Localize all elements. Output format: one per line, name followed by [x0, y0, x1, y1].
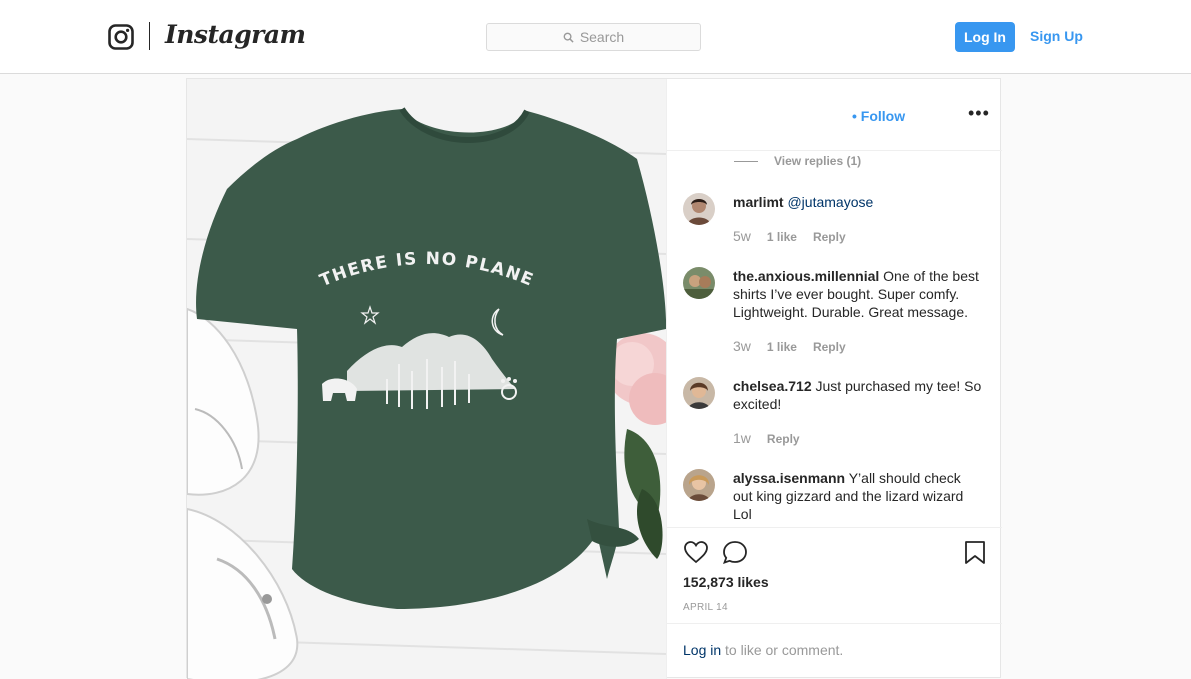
- instagram-glyph-icon[interactable]: [108, 24, 134, 50]
- comment-text: chelsea.712 Just purchased my tee! So ex…: [733, 377, 983, 413]
- comment-text: the.anxious.millennial One of the best s…: [733, 267, 983, 321]
- comment-likes[interactable]: 1 like: [767, 340, 797, 354]
- comment-meta: 5w 1 like Reply: [733, 228, 846, 244]
- comment-meta: 3w 1 like Reply: [733, 338, 846, 354]
- reply-button[interactable]: Reply: [813, 230, 846, 244]
- comment-username[interactable]: the.anxious.millennial: [733, 268, 879, 284]
- post-photo[interactable]: THERE IS NO PLANET B: [187, 79, 666, 679]
- post-sidebar: • Follow ••• View replies (1) marlimt @j…: [666, 79, 1002, 679]
- brand-wordmark[interactable]: Instagram: [165, 20, 306, 49]
- comment-likes[interactable]: 1 like: [767, 230, 797, 244]
- comment-time[interactable]: 3w: [733, 338, 751, 354]
- comment-time[interactable]: 5w: [733, 228, 751, 244]
- more-icon[interactable]: •••: [968, 103, 990, 124]
- search-placeholder: Search: [579, 29, 625, 45]
- logo-divider: [149, 22, 150, 50]
- comments-list[interactable]: View replies (1) marlimt @jutamayose 5w …: [667, 151, 1002, 527]
- comment-username[interactable]: chelsea.712: [733, 378, 812, 394]
- comment-meta: 1w Reply: [733, 430, 800, 446]
- follow-button[interactable]: • Follow: [852, 108, 905, 124]
- post-card: THERE IS NO PLANET B • Follow ••• Vie: [186, 78, 1002, 679]
- replies-dash: [734, 160, 758, 162]
- comment-icon[interactable]: [722, 540, 748, 565]
- comment-username[interactable]: alyssa.isenmann: [733, 470, 845, 486]
- reply-button[interactable]: Reply: [767, 432, 800, 446]
- view-replies-label: View replies (1): [774, 154, 862, 168]
- likes-count[interactable]: 152,873 likes: [683, 574, 769, 590]
- heart-icon[interactable]: [683, 540, 709, 564]
- avatar[interactable]: [683, 469, 715, 501]
- avatar[interactable]: [683, 267, 715, 299]
- post-actions: 152,873 likes APRIL 14 Log in to like or…: [667, 527, 1002, 679]
- post-date[interactable]: APRIL 14: [683, 602, 728, 613]
- view-replies-link[interactable]: View replies (1): [734, 154, 861, 168]
- search-input[interactable]: Search: [486, 23, 701, 51]
- comment-mention[interactable]: @jutamayose: [787, 194, 873, 210]
- top-nav: Instagram Search Log In Sign Up: [0, 0, 1191, 74]
- login-prompt: Log in to like or comment.: [667, 623, 1002, 676]
- comment-text: alyssa.isenmann Y’all should check out k…: [733, 469, 983, 523]
- signup-link[interactable]: Sign Up: [1030, 28, 1083, 44]
- comment-text: marlimt @jutamayose: [733, 193, 983, 211]
- avatar[interactable]: [683, 377, 715, 409]
- reply-button[interactable]: Reply: [813, 340, 846, 354]
- login-button[interactable]: Log In: [955, 22, 1015, 52]
- comment-time[interactable]: 1w: [733, 430, 751, 446]
- login-prompt-text: to like or comment.: [725, 642, 844, 658]
- login-link[interactable]: Log in: [683, 642, 721, 658]
- tshirt-photo: THERE IS NO PLANET B: [187, 79, 666, 679]
- post-header: • Follow •••: [667, 79, 1002, 151]
- bookmark-icon[interactable]: [964, 540, 986, 566]
- comment-username[interactable]: marlimt: [733, 194, 784, 210]
- search-icon: [563, 32, 574, 43]
- avatar[interactable]: [683, 193, 715, 225]
